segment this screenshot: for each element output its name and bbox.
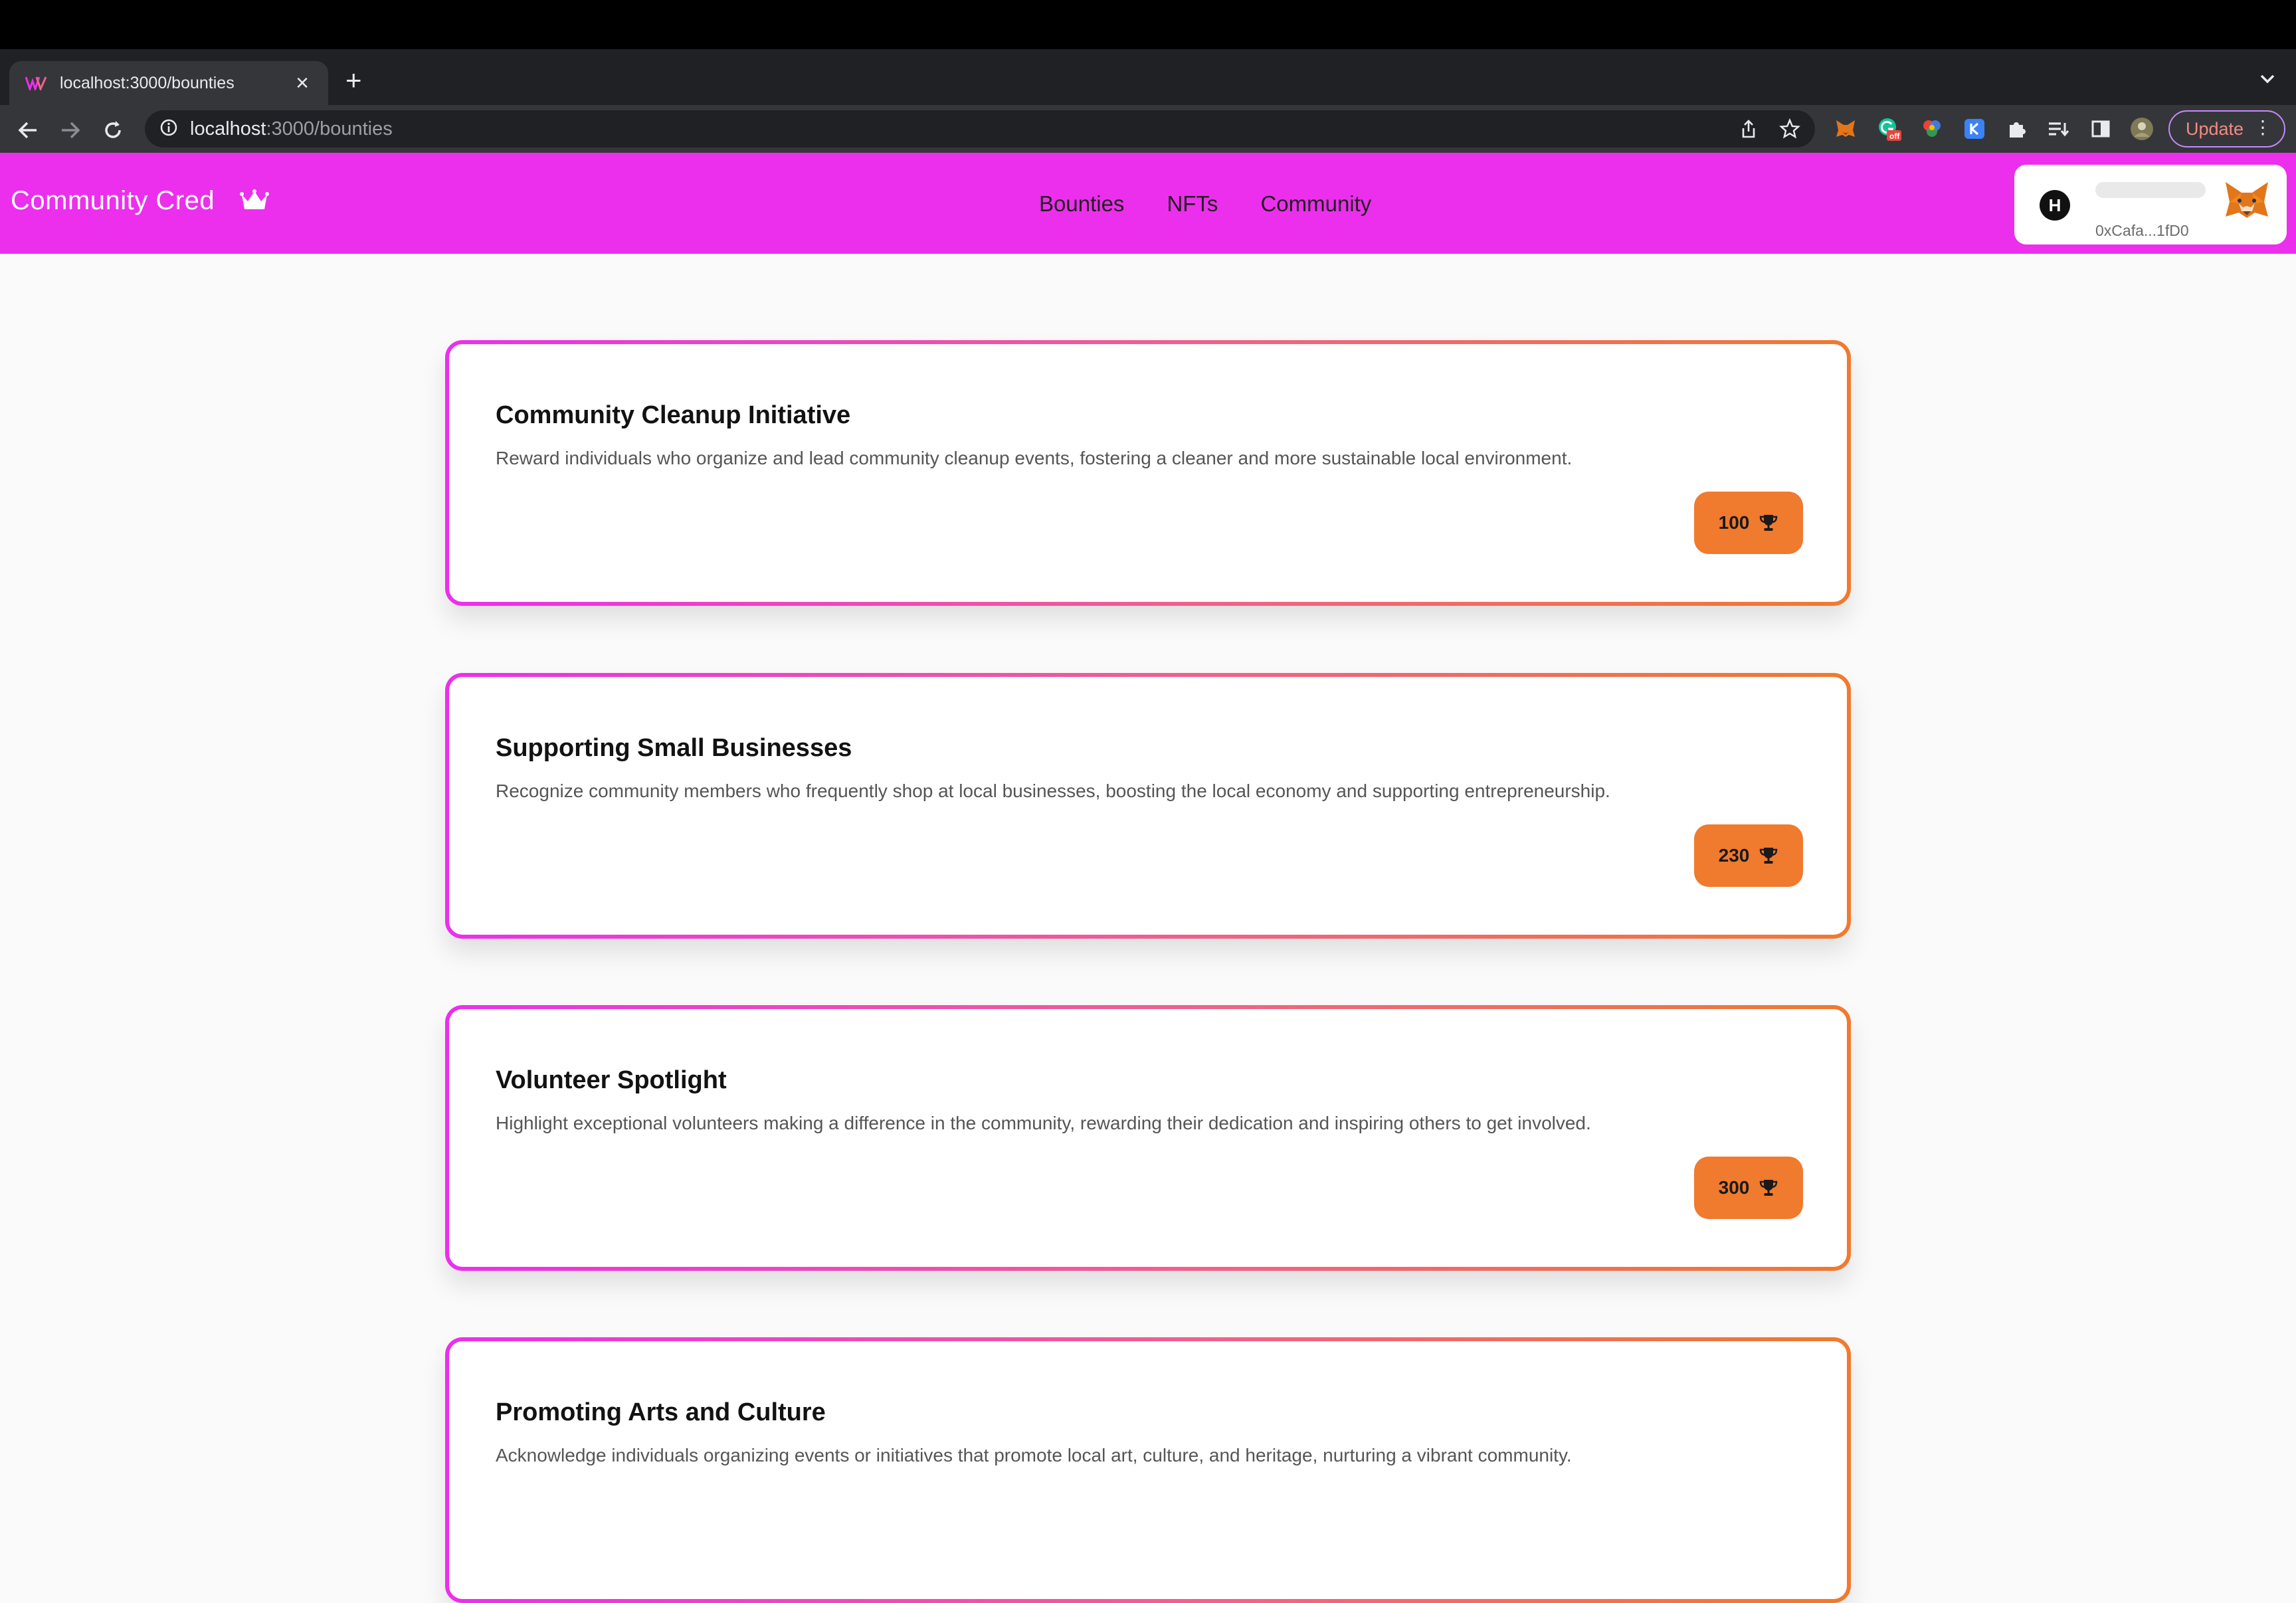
- bounty-title: Community Cleanup Initiative: [496, 401, 851, 429]
- crown-icon: [240, 189, 270, 213]
- bounty-card[interactable]: Volunteer Spotlight Highlight exceptiona…: [445, 1005, 1851, 1271]
- bounty-title: Promoting Arts and Culture: [496, 1398, 826, 1426]
- new-tab-button[interactable]: +: [345, 66, 362, 94]
- color-wheel-extension-icon[interactable]: [1920, 117, 1944, 141]
- metamask-fox-icon: [2223, 179, 2271, 226]
- bounty-card[interactable]: Promoting Arts and Culture Acknowledge i…: [445, 1337, 1851, 1603]
- bounty-card[interactable]: Community Cleanup Initiative Reward indi…: [445, 340, 1851, 606]
- metamask-extension-icon[interactable]: [1834, 117, 1858, 141]
- bookmark-star-icon[interactable]: [1776, 116, 1803, 142]
- site-info-icon[interactable]: [159, 118, 178, 140]
- reload-icon[interactable]: [100, 117, 126, 143]
- profile-avatar[interactable]: [2130, 117, 2154, 141]
- browser-menu-icon[interactable]: ⋮: [2253, 118, 2272, 137]
- reward-badge[interactable]: 230: [1694, 824, 1803, 887]
- browser-tab-strip: localhost:3000/bounties ×: [0, 49, 2296, 105]
- bounty-description: Acknowledge individuals organizing event…: [496, 1445, 1572, 1465]
- nav-link-bounties[interactable]: Bounties: [1039, 191, 1124, 217]
- bounty-title: Supporting Small Businesses: [496, 734, 852, 762]
- reading-list-icon[interactable]: [2046, 117, 2070, 141]
- side-panel-icon[interactable]: [2089, 117, 2113, 141]
- network-avatar: H: [2040, 190, 2070, 221]
- extensions-puzzle-icon[interactable]: [2005, 117, 2029, 141]
- nav-link-community[interactable]: Community: [1260, 191, 1371, 217]
- trophy-icon: [1759, 1178, 1778, 1198]
- wallet-address: 0xCafa...1fD0: [2095, 222, 2189, 239]
- nav-link-nfts[interactable]: NFTs: [1167, 191, 1218, 217]
- forward-arrow-icon[interactable]: [57, 117, 84, 143]
- tab-title: localhost:3000/bounties: [60, 73, 235, 92]
- main-nav: Bounties NFTs Community: [1039, 191, 1371, 217]
- update-button[interactable]: Update ⋮: [2168, 110, 2285, 147]
- reward-value: 230: [1718, 845, 1750, 866]
- bounty-description: Highlight exceptional volunteers making …: [496, 1113, 1591, 1133]
- bounty-title: Volunteer Spotlight: [496, 1066, 727, 1094]
- reward-badge[interactable]: 300: [1694, 1157, 1803, 1219]
- url-path: :3000/bounties: [266, 118, 393, 140]
- tab-close-icon[interactable]: ×: [292, 72, 312, 94]
- reward-badge[interactable]: 100: [1694, 492, 1803, 554]
- wallet-connect-button[interactable]: H 0xCafa...1fD0: [2014, 165, 2287, 244]
- trophy-icon: [1759, 846, 1778, 866]
- site-favicon-icon: [25, 75, 47, 91]
- brand-name: Community Cred: [11, 186, 215, 215]
- bounty-description: Recognize community members who frequent…: [496, 781, 1610, 801]
- url-host: localhost: [190, 118, 266, 140]
- bounty-description: Reward individuals who organize and lead…: [496, 448, 1573, 468]
- wallet-balance-placeholder: [2095, 182, 2206, 198]
- trophy-icon: [1759, 513, 1778, 533]
- reward-value: 300: [1718, 1177, 1750, 1198]
- back-arrow-icon[interactable]: [15, 117, 41, 143]
- system-top-bar: [0, 0, 2296, 49]
- browser-tab-active[interactable]: localhost:3000/bounties ×: [9, 61, 328, 105]
- extension-off-badge: off: [1889, 132, 1900, 141]
- k-extension-icon[interactable]: [1962, 117, 1986, 141]
- tab-search-chevron-icon[interactable]: [2256, 69, 2279, 89]
- update-label: Update: [2186, 118, 2244, 139]
- app-navbar: Community Cred Bounties NFTs Community H…: [0, 153, 2296, 254]
- brand[interactable]: Community Cred: [11, 186, 270, 216]
- reward-value: 100: [1718, 512, 1750, 533]
- share-icon[interactable]: [1735, 116, 1762, 142]
- bounty-card[interactable]: Supporting Small Businesses Recognize co…: [445, 673, 1851, 939]
- grammarly-extension-icon[interactable]: off: [1877, 117, 1901, 141]
- address-bar[interactable]: localhost:3000/bounties: [145, 110, 1815, 147]
